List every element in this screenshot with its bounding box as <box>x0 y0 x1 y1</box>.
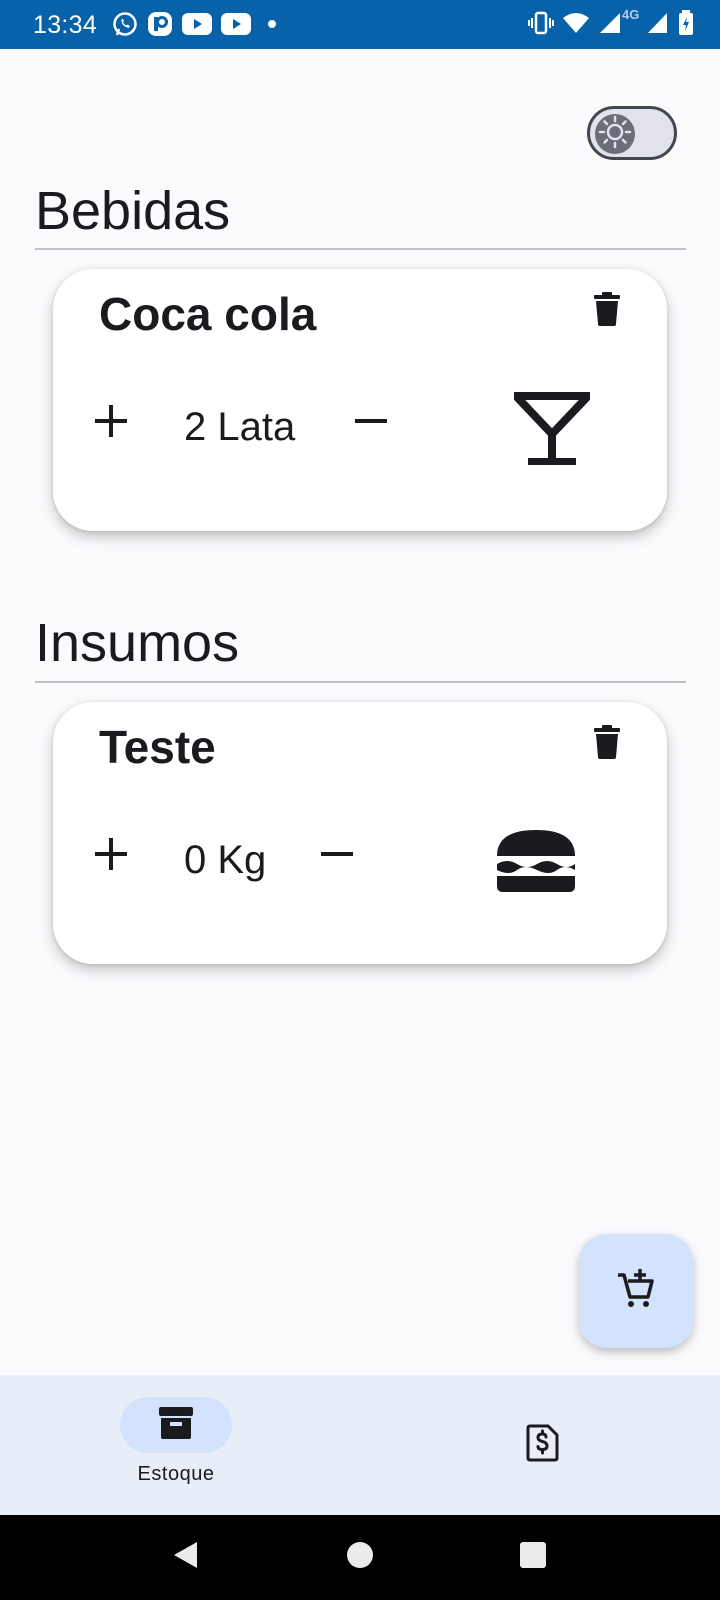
status-bar: 13:34 4G <box>0 0 720 49</box>
section-divider <box>35 248 686 250</box>
section-title-bebidas: Bebidas <box>35 181 231 241</box>
battery-icon <box>678 10 694 36</box>
theme-toggle[interactable] <box>587 106 677 160</box>
youtube-icon <box>182 13 212 35</box>
status-time: 13:34 <box>33 11 98 39</box>
nav-item-estoque[interactable]: Estoque <box>120 1375 232 1486</box>
item-card: Coca cola 2 Lata <box>53 269 667 531</box>
increase-button[interactable] <box>91 836 131 876</box>
system-status-icons: 4G <box>528 7 694 36</box>
nav-icon-container[interactable] <box>487 1417 599 1473</box>
minus-icon <box>353 403 389 444</box>
section-title-insumos: Insumos <box>35 613 240 673</box>
vibrate-icon <box>528 10 554 36</box>
back-button[interactable] <box>145 1515 225 1600</box>
network-type-label: 4G <box>622 7 640 22</box>
minus-icon <box>319 836 355 877</box>
trash-icon <box>594 724 620 764</box>
item-quantity: 2 Lata <box>184 405 296 449</box>
home-button[interactable] <box>320 1515 400 1600</box>
nav-label-estoque: Estoque <box>137 1463 215 1485</box>
item-card: Teste 0 Kg <box>53 702 667 964</box>
wifi-icon <box>562 11 590 35</box>
recents-square-icon <box>519 1541 547 1574</box>
decrease-button[interactable] <box>351 403 391 443</box>
home-circle-icon <box>346 1541 374 1574</box>
back-triangle-icon <box>171 1540 199 1575</box>
sun-icon <box>598 115 632 154</box>
notification-icons <box>112 11 276 37</box>
burger-icon <box>494 826 578 896</box>
system-navigation-bar <box>0 1515 720 1600</box>
add-item-fab[interactable] <box>579 1234 693 1348</box>
archive-box-icon <box>158 1405 194 1446</box>
bottom-navigation: Estoque <box>0 1375 720 1515</box>
section-divider <box>35 681 686 683</box>
invoice-dollar-icon <box>526 1424 560 1467</box>
theme-toggle-knob[interactable] <box>595 114 635 154</box>
item-quantity: 0 Kg <box>184 838 267 882</box>
nav-active-indicator[interactable] <box>120 1397 232 1453</box>
app-icon <box>147 11 173 37</box>
nav-item-finance[interactable] <box>487 1375 599 1473</box>
cocktail-glass-icon <box>512 391 592 467</box>
add-cart-icon <box>616 1268 656 1314</box>
decrease-button[interactable] <box>317 836 357 876</box>
dot-icon <box>268 20 276 28</box>
plus-icon <box>93 403 129 444</box>
recents-button[interactable] <box>493 1515 573 1600</box>
youtube-icon <box>221 13 251 35</box>
trash-icon <box>594 291 620 331</box>
item-name: Coca cola <box>99 288 317 340</box>
increase-button[interactable] <box>91 403 131 443</box>
item-name: Teste <box>99 721 216 773</box>
plus-icon <box>93 836 129 877</box>
whatsapp-icon <box>112 11 138 37</box>
signal-icon: 4G <box>598 7 639 35</box>
delete-button[interactable] <box>587 291 627 331</box>
delete-button[interactable] <box>587 724 627 764</box>
signal-icon <box>646 11 670 35</box>
